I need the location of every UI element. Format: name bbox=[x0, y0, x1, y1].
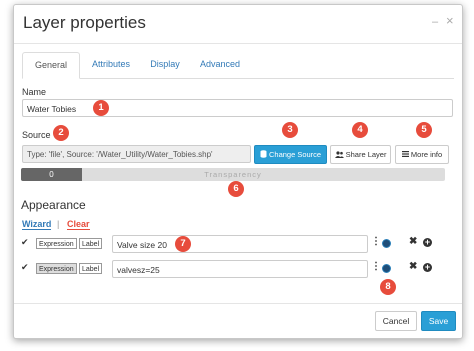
list-icon bbox=[401, 151, 409, 157]
name-label: Name bbox=[22, 87, 47, 97]
tab-bar: General Attributes Display Advanced bbox=[22, 52, 454, 79]
dialog-header: Layer properties – × bbox=[14, 5, 462, 44]
tab-display[interactable]: Display bbox=[140, 52, 190, 77]
callout-6: 6 bbox=[228, 181, 244, 197]
more-info-button[interactable]: More info bbox=[395, 145, 449, 164]
check-icon[interactable]: ✔ bbox=[21, 237, 29, 248]
clear-link[interactable]: Clear bbox=[67, 219, 90, 230]
callout-1: 1 bbox=[93, 100, 109, 116]
callout-4: 4 bbox=[352, 122, 368, 138]
wizard-link[interactable]: Wizard bbox=[22, 219, 52, 230]
close-icon[interactable]: × bbox=[446, 13, 454, 28]
color-swatch-icon[interactable] bbox=[382, 264, 391, 273]
callout-8: 8 bbox=[380, 279, 396, 295]
callout-3: 3 bbox=[282, 122, 298, 138]
minimize-icon[interactable]: – bbox=[432, 16, 438, 28]
dialog-title: Layer properties bbox=[23, 13, 146, 32]
database-icon bbox=[260, 150, 267, 158]
source-input: Type: 'file', Source: '/Water_Utility/Wa… bbox=[22, 145, 251, 163]
kebab-menu-icon[interactable]: ⋮ bbox=[371, 261, 381, 272]
expression-tag[interactable]: Expression bbox=[36, 238, 77, 249]
label-tag[interactable]: Label bbox=[79, 238, 103, 249]
remove-icon[interactable]: ✖ bbox=[409, 236, 417, 247]
tab-attributes[interactable]: Attributes bbox=[82, 52, 140, 77]
change-source-label: Change Source bbox=[268, 150, 322, 159]
more-info-label: More info bbox=[410, 150, 443, 159]
transparency-handle[interactable]: 0 bbox=[21, 168, 82, 181]
save-button[interactable]: Save bbox=[421, 311, 456, 331]
transparency-caption: Transparency bbox=[204, 170, 262, 179]
rule-input[interactable]: Valve size 20 bbox=[112, 235, 368, 253]
callout-5: 5 bbox=[416, 122, 432, 138]
tab-general[interactable]: General bbox=[22, 52, 80, 79]
tab-advanced[interactable]: Advanced bbox=[190, 52, 250, 77]
users-icon bbox=[334, 151, 344, 158]
transparency-slider[interactable]: Transparency 0 bbox=[21, 168, 445, 181]
name-input[interactable]: Water Tobies bbox=[22, 99, 453, 117]
footer-divider bbox=[14, 303, 462, 304]
layer-properties-dialog: Layer properties – × General Attributes … bbox=[13, 4, 463, 339]
color-swatch-icon[interactable] bbox=[382, 239, 391, 248]
rule-input[interactable]: valvesz=25 bbox=[112, 260, 368, 278]
add-icon[interactable]: + bbox=[423, 263, 432, 272]
expression-tag[interactable]: Expression bbox=[36, 263, 77, 274]
callout-2: 2 bbox=[53, 125, 69, 141]
kebab-menu-icon[interactable]: ⋮ bbox=[371, 236, 381, 247]
share-layer-button[interactable]: Share Layer bbox=[330, 145, 391, 164]
change-source-button[interactable]: Change Source bbox=[254, 145, 327, 164]
callout-7: 7 bbox=[175, 236, 191, 252]
source-label: Source bbox=[22, 130, 51, 140]
cancel-button[interactable]: Cancel bbox=[375, 311, 417, 331]
share-layer-label: Share Layer bbox=[345, 150, 387, 159]
remove-icon[interactable]: ✖ bbox=[409, 261, 417, 272]
label-tag[interactable]: Label bbox=[79, 263, 103, 274]
link-separator: | bbox=[57, 219, 60, 229]
appearance-heading: Appearance bbox=[21, 198, 86, 212]
add-icon[interactable]: + bbox=[423, 238, 432, 247]
check-icon[interactable]: ✔ bbox=[21, 262, 29, 273]
